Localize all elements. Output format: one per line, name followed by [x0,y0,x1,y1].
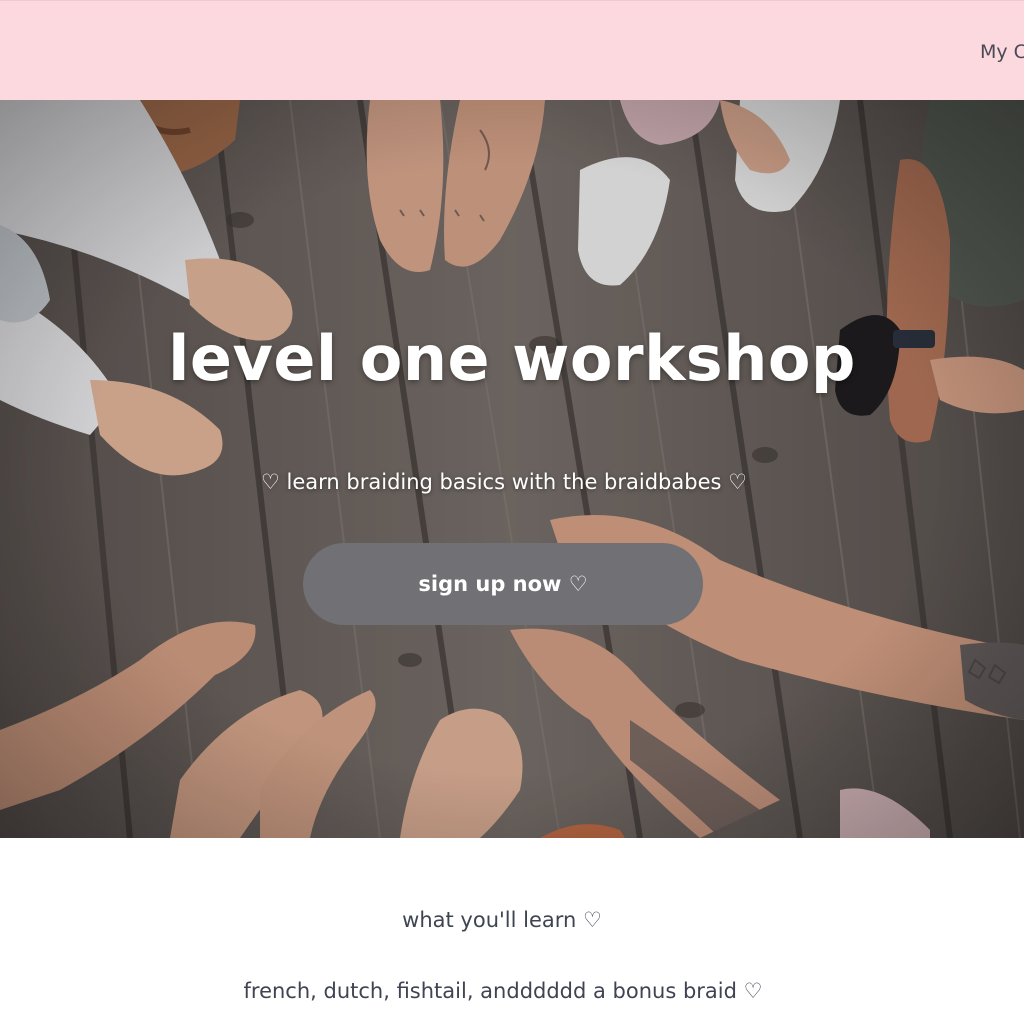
hero-banner: level one workshop ♡ learn braiding basi… [0,100,1024,838]
page-title: level one workshop [168,322,856,395]
my-account-link[interactable]: My C [980,41,1024,63]
top-nav-bar: My C [0,0,1024,100]
sign-up-button[interactable]: sign up now ♡ [303,543,703,625]
learn-section: what you'll learn ♡ french, dutch, fisht… [0,838,1024,1024]
page: My C level one workshop ♡ learn braiding… [0,0,1024,1024]
learn-heading: what you'll learn ♡ [402,908,602,932]
hands-in-circle-photo [0,100,1024,838]
hero-subtitle: ♡ learn braiding basics with the braidba… [261,470,747,494]
braid-list-text: french, dutch, fishtail, andddddd a bonu… [243,979,763,1003]
